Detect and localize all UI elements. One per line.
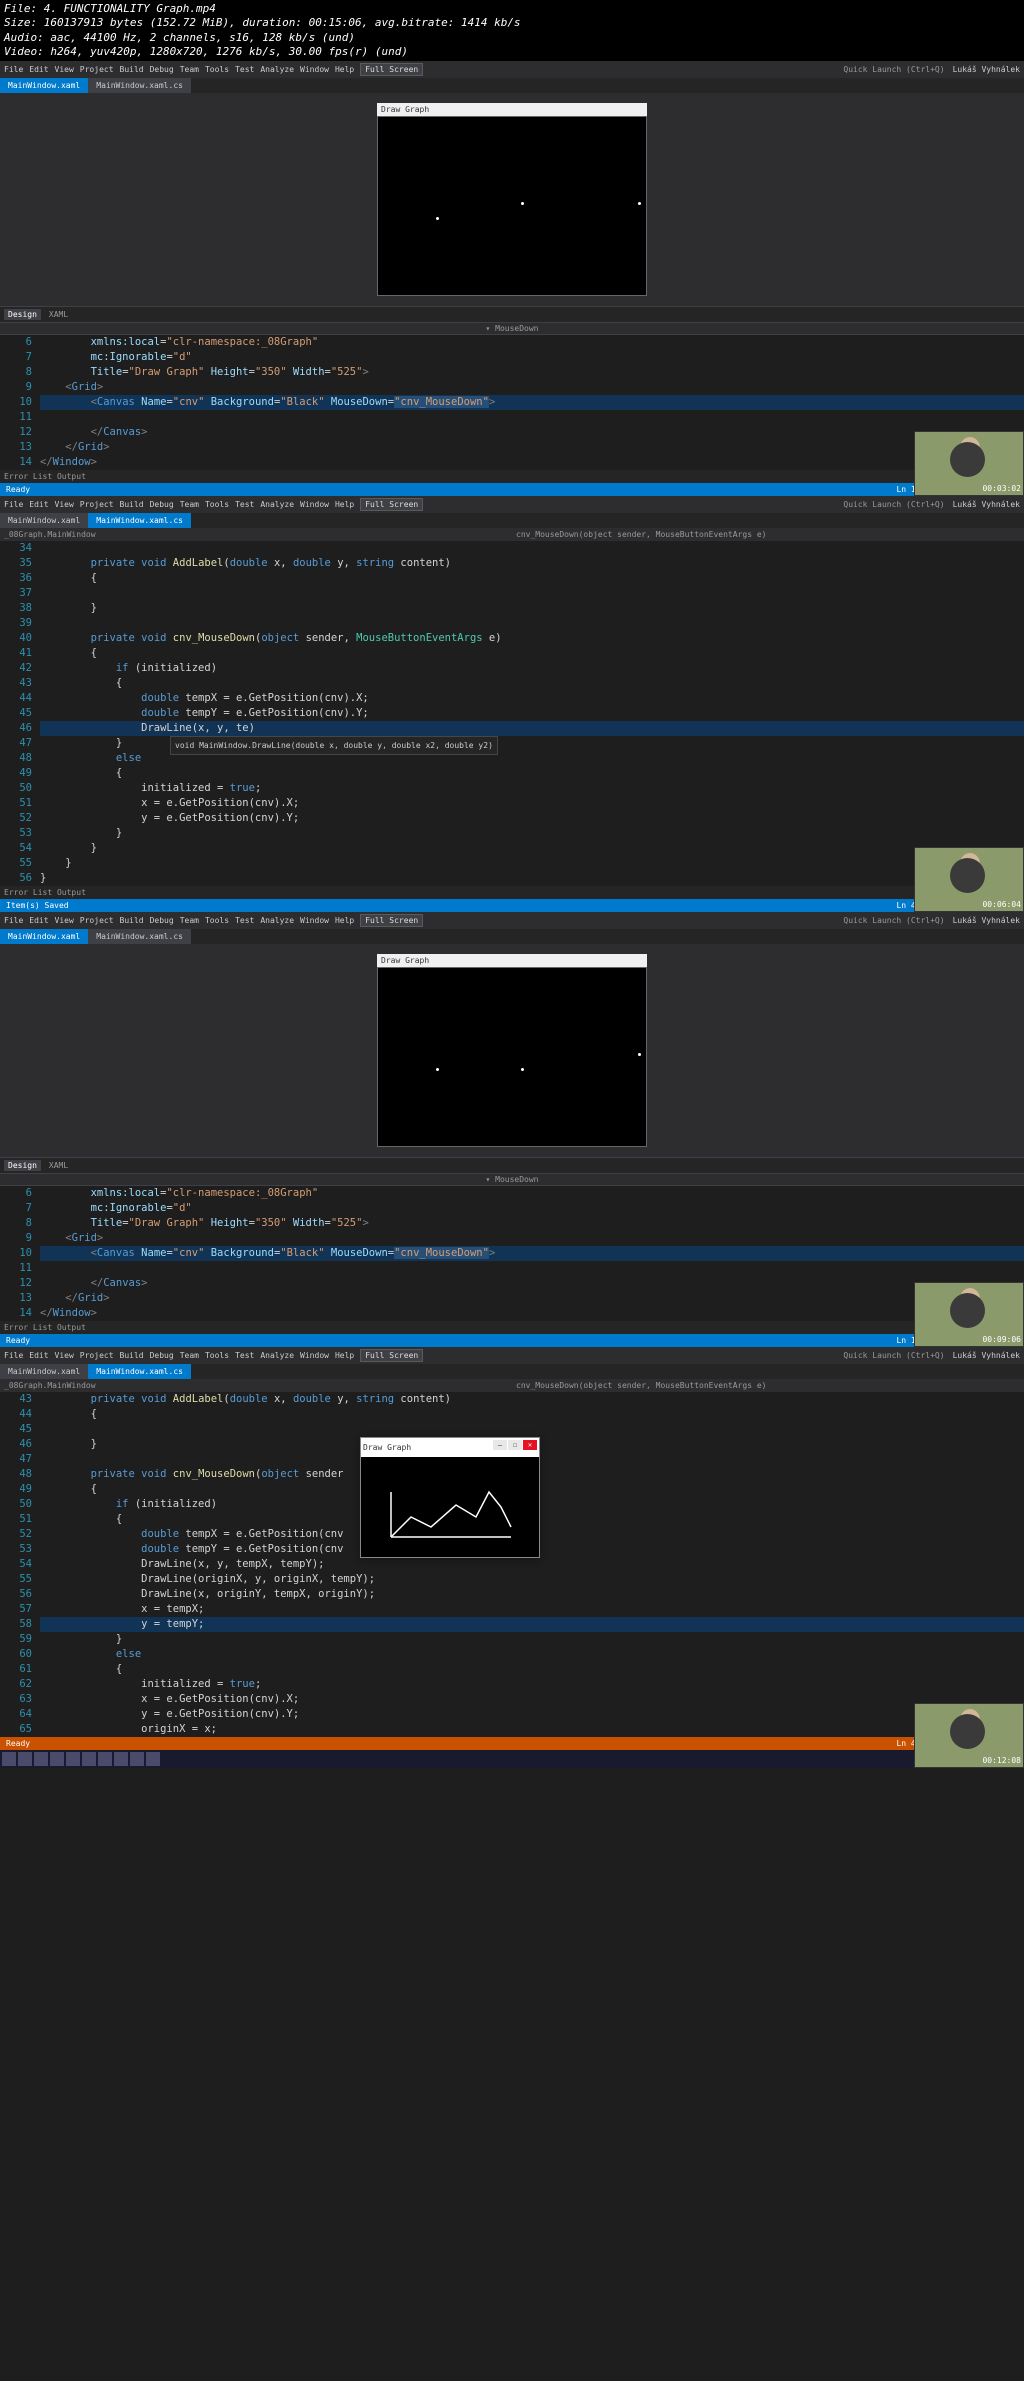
store-icon[interactable]	[82, 1752, 96, 1766]
taskview-icon[interactable]	[34, 1752, 48, 1766]
designer-toolbar[interactable]: Design XAML	[0, 1157, 1024, 1173]
menu-tools[interactable]: Tools	[205, 65, 229, 74]
bc-member[interactable]: cnv_MouseDown(object sender, MouseButton…	[516, 530, 1020, 539]
intellisense-tooltip: void MainWindow.DrawLine(double x, doubl…	[170, 736, 498, 755]
vs-icon[interactable]	[114, 1752, 128, 1766]
meta-size: Size: 160137913 bytes (152.72 MiB), dura…	[4, 16, 1020, 30]
minimize-button[interactable]: —	[493, 1440, 507, 1450]
app-icon[interactable]	[98, 1752, 112, 1766]
cs-code-editor[interactable]: 3435363738394041424344454647484950515253…	[0, 541, 1024, 886]
status-bar-debug: Ready Ln 46Col 34Ch 34INS	[0, 1737, 1024, 1750]
xaml-designer[interactable]: Draw Graph	[0, 944, 1024, 1157]
tab-xaml[interactable]: MainWindow.xaml	[0, 513, 88, 528]
error-list-panel[interactable]: Error List Output	[0, 470, 1024, 483]
app3-icon[interactable]	[146, 1752, 160, 1766]
quick-launch-input[interactable]: Quick Launch (Ctrl+Q)	[839, 64, 948, 75]
menubar[interactable]: File Edit View Project Build Debug Team …	[0, 61, 1024, 78]
xaml-designer[interactable]: Draw Graph	[0, 93, 1024, 306]
timestamp: 00:03:02	[982, 484, 1021, 493]
bc-namespace[interactable]: _08Graph.MainWindow	[4, 530, 508, 539]
vs-frame-1: File Edit View Project Build Debug Team …	[0, 61, 1024, 496]
error-list-panel[interactable]: Error List Output	[0, 886, 1024, 899]
tab-cs[interactable]: MainWindow.xaml.cs	[88, 78, 191, 93]
menu-build[interactable]: Build	[120, 65, 144, 74]
menu-team[interactable]: Team	[180, 65, 199, 74]
event-dropdown[interactable]: ▾ MouseDown	[0, 1173, 1024, 1186]
menu-edit[interactable]: Edit	[29, 65, 48, 74]
vs-frame-3: FileEditViewProjectBuildDebugTeamToolsTe…	[0, 912, 1024, 1347]
document-tabs[interactable]: MainWindow.xaml MainWindow.xaml.cs	[0, 1364, 1024, 1379]
search-icon[interactable]	[18, 1752, 32, 1766]
event-dropdown[interactable]: ▾ MouseDown	[0, 322, 1024, 335]
running-canvas[interactable]	[361, 1457, 539, 1557]
meta-audio: Audio: aac, 44100 Hz, 2 channels, s16, 1…	[4, 31, 1020, 45]
status-text: Item(s) Saved	[6, 901, 69, 910]
status-bar: Item(s) Saved Ln 46Col 38Ch 38INS	[0, 899, 1024, 912]
menu-view[interactable]: View	[55, 65, 74, 74]
maximize-button[interactable]: ☐	[508, 1440, 522, 1450]
menu-project[interactable]: Project	[80, 65, 114, 74]
designer-toolbar[interactable]: Design XAML	[0, 306, 1024, 322]
xaml-tab[interactable]: XAML	[45, 309, 72, 320]
explorer-icon[interactable]	[50, 1752, 64, 1766]
fullscreen-button[interactable]: Full Screen	[360, 498, 423, 511]
menubar[interactable]: FileEditViewProjectBuildDebugTeamToolsTe…	[0, 1347, 1024, 1364]
tab-cs[interactable]: MainWindow.xaml.cs	[88, 513, 191, 528]
drawn-graph	[361, 1457, 539, 1557]
vs-frame-2: FileEditViewProjectBuildDebugTeamToolsTe…	[0, 496, 1024, 912]
menu-file[interactable]: File	[4, 65, 23, 74]
status-bar: Ready Ln 10 Col 71 Ch 71 INS	[0, 483, 1024, 496]
running-titlebar[interactable]: Draw Graph — ☐ ✕	[361, 1438, 539, 1457]
tab-xaml[interactable]: MainWindow.xaml	[0, 78, 88, 93]
menu-help[interactable]: Help	[335, 65, 354, 74]
menubar[interactable]: FileEditViewProjectBuildDebugTeamToolsTe…	[0, 912, 1024, 929]
meta-video: Video: h264, yuv420p, 1280x720, 1276 kb/…	[4, 45, 1020, 59]
video-metadata: File: 4. FUNCTIONALITY Graph.mp4 Size: 1…	[0, 0, 1024, 61]
vs-frame-4: FileEditViewProjectBuildDebugTeamToolsTe…	[0, 1347, 1024, 1768]
canvas-preview[interactable]	[377, 116, 647, 296]
menu-window[interactable]: Window	[300, 65, 329, 74]
status-text: Ready	[6, 485, 30, 494]
line-gutter: 67891011121314	[0, 335, 40, 470]
windows-taskbar[interactable]	[0, 1750, 1024, 1768]
meta-file: File: 4. FUNCTIONALITY Graph.mp4	[4, 2, 1020, 16]
breadcrumb[interactable]: _08Graph.MainWindow cnv_MouseDown(object…	[0, 1379, 1024, 1392]
cs-code-editor[interactable]: 4344454647484950515253545556575859606162…	[0, 1392, 1024, 1737]
xaml-code-editor[interactable]: 67891011121314 xmlns:local="clr-namespac…	[0, 335, 1024, 470]
design-tab[interactable]: Design	[4, 309, 41, 320]
canvas-preview[interactable]	[377, 967, 647, 1147]
app2-icon[interactable]	[130, 1752, 144, 1766]
running-title: Draw Graph	[363, 1440, 411, 1455]
menu-analyze[interactable]: Analyze	[260, 65, 294, 74]
webcam-overlay: 00:12:08	[914, 1703, 1024, 1768]
xaml-code-editor[interactable]: 67891011121314 xmlns:local="clr-namespac…	[0, 1186, 1024, 1321]
fullscreen-button[interactable]: Full Screen	[360, 63, 423, 76]
start-icon[interactable]	[2, 1752, 16, 1766]
menu-test[interactable]: Test	[235, 65, 254, 74]
cs-code[interactable]: private void AddLabel(double x, double y…	[40, 541, 1024, 886]
webcam-overlay: 00:03:02	[914, 431, 1024, 496]
designed-window[interactable]: Draw Graph	[377, 103, 647, 296]
line-gutter: 3435363738394041424344454647484950515253…	[0, 541, 40, 886]
breadcrumb[interactable]: _08Graph.MainWindow cnv_MouseDown(object…	[0, 528, 1024, 541]
user-label[interactable]: Lukáš Vyhnálek	[953, 65, 1020, 74]
designed-window[interactable]: Draw Graph	[377, 954, 647, 1147]
edge-icon[interactable]	[66, 1752, 80, 1766]
document-tabs[interactable]: MainWindow.xaml MainWindow.xaml.cs	[0, 78, 1024, 93]
close-button[interactable]: ✕	[523, 1440, 537, 1450]
menubar[interactable]: FileEditViewProjectBuildDebugTeamToolsTe…	[0, 496, 1024, 513]
document-tabs[interactable]: MainWindow.xaml MainWindow.xaml.cs	[0, 513, 1024, 528]
webcam-overlay: 00:06:04	[914, 847, 1024, 912]
xaml-code[interactable]: xmlns:local="clr-namespace:_08Graph" mc:…	[40, 335, 1024, 470]
running-app-window[interactable]: Draw Graph — ☐ ✕	[360, 1437, 540, 1558]
menu-debug[interactable]: Debug	[150, 65, 174, 74]
webcam-overlay: 00:09:06	[914, 1282, 1024, 1347]
window-title: Draw Graph	[381, 105, 429, 114]
status-bar: Ready Ln 10Col 71Ch 71INS	[0, 1334, 1024, 1347]
document-tabs[interactable]: MainWindow.xaml MainWindow.xaml.cs	[0, 929, 1024, 944]
